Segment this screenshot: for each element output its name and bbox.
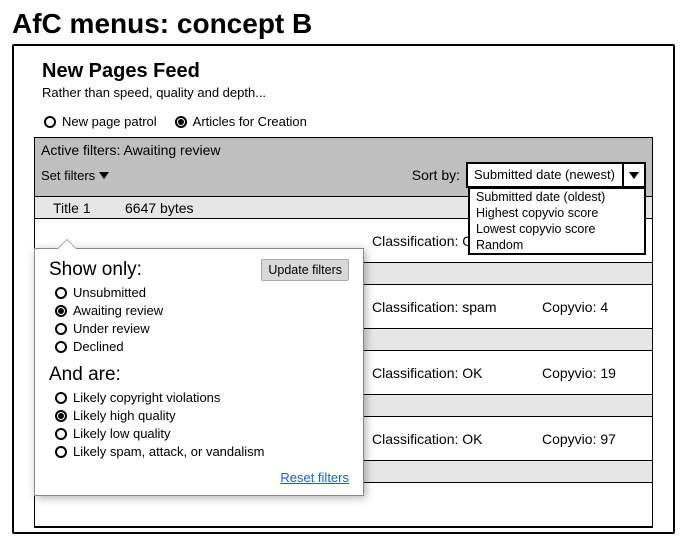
row-classification: Classification: spam: [372, 299, 542, 315]
chevron-down-icon: [99, 172, 109, 179]
and-are-title: And are:: [49, 364, 349, 386]
row-copyvio: Copyvio: 97: [542, 431, 652, 447]
sort-option[interactable]: Random: [470, 237, 644, 253]
radio-icon: [55, 410, 67, 422]
reset-filters-row: Reset filters: [49, 469, 349, 487]
popup-pointer-icon: [57, 239, 77, 249]
filters-bar: Active filters: Awaiting review Set filt…: [34, 137, 653, 197]
concept-title: AfC menus: concept B: [12, 8, 675, 40]
row-copyvio: Copyvio: 19: [542, 365, 652, 381]
status-radio-group: Unsubmitted Awaiting review Under review…: [55, 285, 349, 354]
row-bytes: 6647 bytes: [125, 200, 235, 216]
sort-option[interactable]: Highest copyvio score: [470, 205, 644, 221]
radio-label: Awaiting review: [73, 303, 163, 318]
sort-dropdown-list: Submitted date (oldest) Highest copyvio …: [468, 187, 646, 255]
main-panel: New Pages Feed Rather than speed, qualit…: [12, 44, 675, 534]
feed-subtitle: Rather than speed, quality and depth...: [42, 85, 653, 100]
row-classification: Classification: OK: [372, 431, 542, 447]
radio-label: Likely spam, attack, or vandalism: [73, 444, 264, 459]
sort-select[interactable]: Submitted date (newest): [466, 162, 646, 188]
mode-articles-for-creation[interactable]: Articles for Creation: [175, 114, 307, 129]
mode-radio-group: New page patrol Articles for Creation: [44, 114, 653, 129]
status-awaiting-review[interactable]: Awaiting review: [55, 303, 349, 318]
sort-dropdown-button[interactable]: [622, 164, 644, 186]
radio-label: Likely high quality: [73, 408, 176, 423]
radio-label: Under review: [73, 321, 150, 336]
sort-option[interactable]: Submitted date (oldest): [470, 189, 644, 205]
radio-label: Likely copyright violations: [73, 390, 220, 405]
feed-title: New Pages Feed: [42, 60, 653, 83]
status-unsubmitted[interactable]: Unsubmitted: [55, 285, 349, 300]
radio-label: Declined: [73, 339, 124, 354]
active-filters-label: Active filters:: [41, 142, 120, 158]
sort-group: Sort by: Submitted date (newest) Submitt…: [412, 162, 646, 188]
sort-option[interactable]: Lowest copyvio score: [470, 221, 644, 237]
and-copyright-violations[interactable]: Likely copyright violations: [55, 390, 349, 405]
update-filters-button[interactable]: Update filters: [261, 259, 349, 281]
radio-icon: [175, 116, 187, 128]
sort-selected-text: Submitted date (newest): [468, 164, 622, 186]
mode-new-page-patrol[interactable]: New page patrol: [44, 114, 157, 129]
chevron-down-icon: [629, 172, 639, 179]
reset-filters-link[interactable]: Reset filters: [280, 470, 349, 485]
radio-label: New page patrol: [62, 114, 157, 129]
radio-icon: [55, 392, 67, 404]
status-under-review[interactable]: Under review: [55, 321, 349, 336]
radio-icon: [55, 341, 67, 353]
row-title: Title 1: [35, 200, 125, 216]
and-spam-attack-vandalism[interactable]: Likely spam, attack, or vandalism: [55, 444, 349, 459]
radio-icon: [55, 323, 67, 335]
and-low-quality[interactable]: Likely low quality: [55, 426, 349, 441]
set-filters-label: Set filters: [41, 168, 95, 183]
status-declined[interactable]: Declined: [55, 339, 349, 354]
and-high-quality[interactable]: Likely high quality: [55, 408, 349, 423]
and-radio-group: Likely copyright violations Likely high …: [55, 390, 349, 459]
show-only-title: Show only:: [49, 259, 142, 281]
radio-icon: [55, 428, 67, 440]
radio-label: Unsubmitted: [73, 285, 146, 300]
radio-icon: [55, 287, 67, 299]
radio-icon: [44, 116, 56, 128]
filters-popup: Show only: Update filters Unsubmitted Aw…: [34, 248, 364, 496]
active-filters-value: Awaiting review: [123, 142, 220, 158]
row-classification: Classification: OK: [372, 365, 542, 381]
row-copyvio: Copyvio: 4: [542, 299, 652, 315]
radio-label: Likely low quality: [73, 426, 171, 441]
active-filters-line: Active filters: Awaiting review: [41, 142, 646, 158]
sort-label: Sort by:: [412, 167, 460, 183]
radio-icon: [55, 305, 67, 317]
set-filters-button[interactable]: Set filters: [41, 168, 109, 183]
radio-icon: [55, 446, 67, 458]
radio-label: Articles for Creation: [193, 114, 307, 129]
